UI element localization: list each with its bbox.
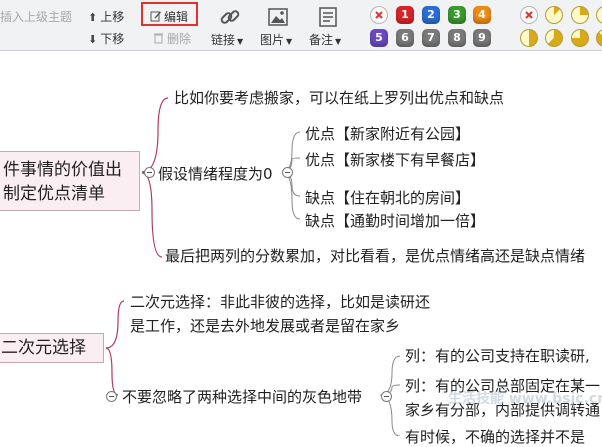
collapse-toggle[interactable] — [144, 167, 155, 178]
image-button[interactable]: 图片 ▼ — [260, 31, 292, 48]
move-up-label: 上移 — [100, 10, 125, 24]
priority-5-icon[interactable]: 5 — [370, 29, 388, 47]
collapse-toggle[interactable] — [381, 391, 392, 402]
watermark: 生活技能 www.bsjc.cn — [448, 391, 602, 407]
image-icon[interactable] — [267, 6, 289, 28]
priority-2-icon[interactable]: 2 — [422, 6, 440, 24]
pro-item[interactable]: 优点【新家楼下有早餐店】 — [305, 149, 485, 170]
con-item[interactable]: 缺点【通勤时间增加一倍】 — [305, 210, 485, 231]
priority-3-icon[interactable]: 3 — [448, 6, 466, 24]
insert-parent-button[interactable]: 插入上级主题 — [0, 8, 72, 25]
subtopic-assume-zero[interactable]: 假设情绪程度为0 — [158, 163, 273, 184]
caret-down-icon: ▼ — [335, 37, 342, 46]
example-item[interactable]: 列：有的公司支持在职读研, — [405, 345, 590, 366]
note-icon[interactable] — [317, 6, 339, 28]
priority-6-icon[interactable]: 6 — [396, 29, 414, 47]
note-label: 备注 — [309, 33, 334, 47]
progress-5-icon[interactable] — [545, 29, 563, 47]
image-label: 图片 — [260, 33, 285, 47]
priority-8-icon[interactable]: 8 — [448, 29, 466, 47]
move-down-button[interactable]: ⬇ 下移 — [88, 30, 124, 47]
caret-down-icon: ▼ — [237, 37, 244, 46]
delete-button[interactable]: 删除 — [153, 30, 191, 47]
arrow-down-icon: ⬇ — [88, 33, 98, 46]
main-topic-binary-choice[interactable]: 二次元选择 — [0, 333, 104, 363]
progress-7-icon[interactable] — [596, 29, 602, 47]
topic-line: 二次元选择 — [1, 338, 86, 358]
subtopic-gray-area[interactable]: 不要忽略了两种选择中间的灰色地带 — [122, 386, 362, 407]
priority-1-icon[interactable]: 1 — [396, 6, 414, 24]
pro-item[interactable]: 优点【新家附近有公园】 — [305, 123, 470, 144]
move-down-label: 下移 — [100, 32, 125, 46]
trash-icon — [154, 33, 163, 44]
mindmap-canvas: 件事情的价值出 制定优点清单 比如你要考虑搬家，可以在纸上罗列出优点和缺点 假设… — [0, 51, 602, 446]
subtopic-moving-example[interactable]: 比如你要考虑搬家，可以在纸上罗列出优点和缺点 — [174, 87, 504, 108]
caret-down-icon: ▼ — [286, 37, 293, 46]
progress-1-icon[interactable] — [545, 6, 563, 24]
toolbar: 插入上级主题 ⬆ 上移 ⬇ 下移 编辑 删除 链接 ▼ 图片 ▼ 备注 ▼ 1234567… — [0, 0, 602, 51]
priority-4-icon[interactable]: 4 — [473, 6, 491, 24]
progress-3-icon[interactable] — [596, 6, 602, 24]
progress-2-icon[interactable] — [571, 6, 589, 24]
topic-line: 制定优点清单 — [3, 184, 105, 204]
collapse-toggle[interactable] — [106, 391, 117, 402]
remove-progress-icon[interactable] — [520, 6, 538, 24]
collapse-toggle[interactable] — [282, 167, 293, 178]
link-icon[interactable] — [219, 6, 241, 28]
link-label: 链接 — [211, 33, 236, 47]
progress-4-icon[interactable] — [520, 29, 538, 47]
subtopic-binary-choice-cont[interactable]: 是工作，还是去外地发展或者是留在家乡 — [130, 315, 400, 336]
move-up-button[interactable]: ⬆ 上移 — [88, 8, 124, 25]
progress-6-icon[interactable] — [571, 29, 589, 47]
main-topic-pros-list[interactable]: 件事情的价值出 制定优点清单 — [0, 151, 140, 211]
edit-label: 编辑 — [164, 10, 189, 24]
subtopic-sum-scores[interactable]: 最后把两列的分数累加，对比看看，是优点情绪高还是缺点情绪 — [165, 245, 585, 266]
delete-label: 删除 — [167, 32, 192, 46]
priority-7-icon[interactable]: 7 — [422, 29, 440, 47]
link-button[interactable]: 链接 ▼ — [211, 31, 243, 48]
edit-icon — [150, 11, 161, 22]
arrow-up-icon: ⬆ — [88, 11, 98, 24]
topic-line: 件事情的价值出 — [3, 160, 122, 180]
edit-button[interactable]: 编辑 — [150, 8, 188, 25]
example-item[interactable]: 有时候，不确的选择并不是 — [405, 426, 585, 447]
note-button[interactable]: 备注 ▼ — [309, 31, 341, 48]
con-item[interactable]: 缺点【住在朝北的房间】 — [305, 187, 470, 208]
subtopic-binary-choice[interactable]: 二次元选择：非此非彼的选择，比如是读研还 — [130, 291, 430, 312]
remove-priority-icon[interactable] — [370, 6, 388, 24]
priority-9-icon[interactable]: 9 — [473, 29, 491, 47]
